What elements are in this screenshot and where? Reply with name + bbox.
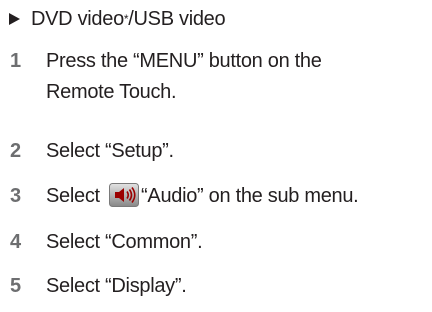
speaker-icon <box>109 183 140 207</box>
step-number: 4 <box>10 231 21 253</box>
step-3: 3 Select “Audio” on the sub menu. <box>4 181 428 212</box>
step-number: 3 <box>10 185 21 207</box>
step-5: 5 Select “Display”. <box>4 271 428 302</box>
step-text-post: “Audio” on the sub menu. <box>141 185 359 207</box>
step-number: 5 <box>10 275 21 297</box>
step-text-pre: Select <box>46 185 106 207</box>
step-text: Select “Audio” on the sub menu. <box>32 181 359 212</box>
step-number: 2 <box>10 140 21 162</box>
step-text: Press the “MENU” button on the Remote To… <box>32 46 322 108</box>
step-list: 1 Press the “MENU” button on the Remote … <box>0 0 432 312</box>
step-text-line-2: Remote Touch. <box>46 81 177 103</box>
step-1: 1 Press the “MENU” button on the Remote … <box>4 46 428 108</box>
step-text: Select “Setup”. <box>46 140 174 162</box>
step-text: Select “Common”. <box>46 231 203 253</box>
step-4: 4 Select “Common”. <box>4 227 428 258</box>
step-text: Select “Display”. <box>46 275 187 297</box>
step-number: 1 <box>10 50 21 72</box>
step-2: 2 Select “Setup”. <box>4 136 428 167</box>
step-text-line-1: Press the “MENU” button on the <box>46 50 322 72</box>
